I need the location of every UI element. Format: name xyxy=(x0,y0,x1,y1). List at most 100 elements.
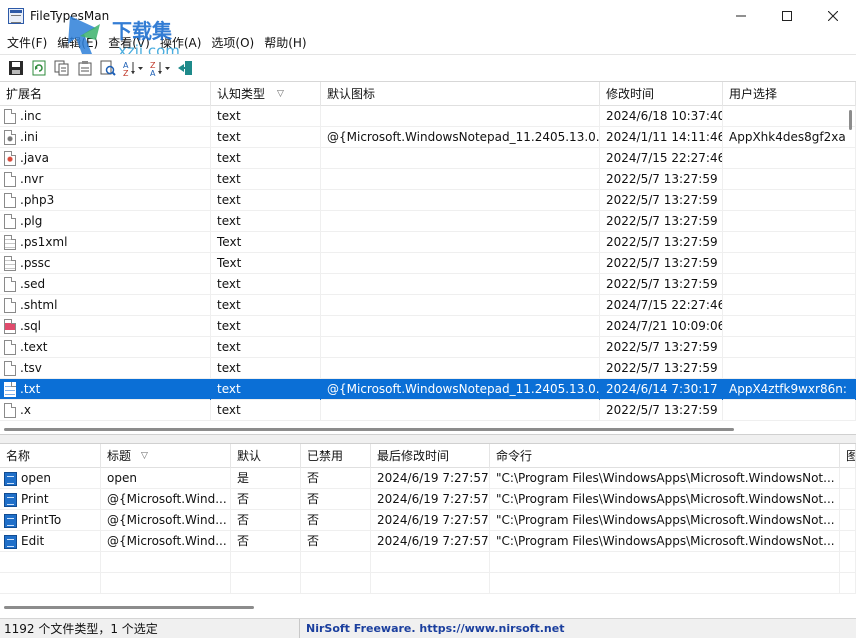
file-type-icon xyxy=(4,361,16,376)
maximize-button[interactable] xyxy=(764,0,810,32)
file-type-row[interactable]: .php3 text 2022/5/7 13:27:59 xyxy=(0,190,856,211)
column-header-command-line[interactable]: 命令行 xyxy=(490,444,840,468)
menu-file[interactable]: 文件(F) xyxy=(2,32,52,54)
column-header-disabled[interactable]: 已禁用 xyxy=(301,444,371,468)
column-header-last-modified[interactable]: 最后修改时间 xyxy=(371,444,490,468)
file-type-row[interactable]: .nvr text 2022/5/7 13:27:59 xyxy=(0,169,856,190)
action-disabled-cell: 否 xyxy=(301,468,371,489)
file-type-row[interactable]: .java text 2024/7/15 22:27:46 xyxy=(0,148,856,169)
extension-label: .tsv xyxy=(20,361,42,375)
file-type-row[interactable]: .plg text 2022/5/7 13:27:59 xyxy=(0,211,856,232)
extension-label: .php3 xyxy=(20,193,55,207)
action-row[interactable]: Print @{Microsoft.Wind... 否否 2024/6/19 7:27… xyxy=(0,489,856,510)
action-disabled-cell: 否 xyxy=(301,531,371,552)
menu-options[interactable]: 选项(O) xyxy=(206,32,259,54)
properties-button[interactable] xyxy=(75,58,95,78)
sort-az-button[interactable]: AZ xyxy=(121,58,145,78)
minimize-button[interactable] xyxy=(718,0,764,32)
file-type-row[interactable]: .text text 2022/5/7 13:27:59 xyxy=(0,337,856,358)
file-types-list[interactable]: 扩展名 认知类型 ▽ 默认图标 修改时间 用户选择 .inc text 2024/6/… xyxy=(0,82,856,424)
nirsoft-link[interactable]: NirSoft Freeware. https://www.nirsoft.ne… xyxy=(300,622,564,635)
status-bar: 1192 个文件类型，1 个选定 NirSoft Freeware. https… xyxy=(0,618,856,638)
perceived-type-cell: text xyxy=(211,127,321,148)
sort-za-button[interactable]: ZA xyxy=(148,58,172,78)
column-header-title[interactable]: 标题 ▽ xyxy=(101,444,231,468)
user-choice-cell xyxy=(723,274,856,295)
command-icon xyxy=(4,513,17,528)
user-choice-cell xyxy=(723,211,856,232)
file-type-row[interactable]: .sql text 2024/7/21 10:09:06 xyxy=(0,316,856,337)
extension-cell: .pssc xyxy=(0,253,211,274)
modified-time-cell: 2024/6/14 7:30:17 xyxy=(600,379,723,400)
column-header-user-choice[interactable]: 用户选择 xyxy=(723,82,856,106)
exit-button[interactable] xyxy=(175,58,195,78)
extension-cell: .inc xyxy=(0,106,211,127)
file-type-icon xyxy=(4,403,16,418)
file-type-row[interactable]: .pssc Text 2022/5/7 13:27:59 xyxy=(0,253,856,274)
file-type-row[interactable]: .inc text 2024/6/18 10:37:40 xyxy=(0,106,856,127)
empty-cell xyxy=(101,552,231,573)
top-list-vertical-scrollbar[interactable] xyxy=(849,110,852,130)
action-disabled-cell: 否 xyxy=(301,489,371,510)
find-button[interactable] xyxy=(98,58,118,78)
file-type-row[interactable]: .ini text @{Microsoft.WindowsNotepad_11.24… xyxy=(0,127,856,148)
user-choice-cell: AppX4ztfk9wxr86n: xyxy=(723,379,856,400)
default-icon-cell xyxy=(321,211,600,232)
default-icon-cell: @{Microsoft.WindowsNotepad_11.2405.13.0.… xyxy=(321,127,600,148)
top-list-horizontal-scrollbar[interactable] xyxy=(0,426,856,434)
menu-edit[interactable]: 编辑(E) xyxy=(52,32,103,54)
column-header-perceived-type-label: 认知类型 xyxy=(217,87,266,101)
file-type-row[interactable]: .shtml text 2024/7/15 22:27:46 xyxy=(0,295,856,316)
column-header-extension[interactable]: 扩展名 xyxy=(0,82,211,106)
action-command-cell: "C:\Program Files\WindowsApps\Microsoft.… xyxy=(490,489,840,510)
user-choice-cell xyxy=(723,232,856,253)
sort-indicator-icon: ▽ xyxy=(141,451,148,461)
svg-text:A: A xyxy=(150,69,156,76)
file-type-icon xyxy=(4,235,16,250)
default-icon-cell xyxy=(321,148,600,169)
modified-time-cell: 2022/5/7 13:27:59 xyxy=(600,253,723,274)
column-header-default-icon[interactable]: 默认图标 xyxy=(321,82,600,106)
action-icon-cell xyxy=(840,531,856,552)
column-header-default[interactable]: 默认 xyxy=(231,444,301,468)
extension-cell: .ini xyxy=(0,127,211,148)
column-header-modified-time[interactable]: 修改时间 xyxy=(600,82,723,106)
file-type-row[interactable]: .ps1xml Text 2022/5/7 13:27:59 xyxy=(0,232,856,253)
action-icon-cell xyxy=(840,489,856,510)
action-row[interactable]: open open 是否 2024/6/19 7:27:57 "C:\Program F… xyxy=(0,468,856,489)
file-type-icon xyxy=(4,298,16,313)
empty-cell xyxy=(840,552,856,573)
perceived-type-cell: Text xyxy=(211,253,321,274)
empty-cell xyxy=(101,573,231,594)
empty-cell xyxy=(301,573,371,594)
actions-list[interactable]: 名称 标题▽ 默认 已禁用 最后修改时间 命令行 图 openopen是否202… xyxy=(0,444,856,604)
action-modified-cell: 2024/6/19 7:27:57 xyxy=(371,468,490,489)
menu-bar: 文件(F) 编辑(E) 查看(V) 操作(A) 选项(O) 帮助(H) xyxy=(0,32,856,54)
default-icon-cell xyxy=(321,106,600,127)
column-header-perceived-type[interactable]: 认知类型 ▽ xyxy=(211,82,321,106)
toolbar: AZ ZA xyxy=(0,54,856,82)
empty-cell xyxy=(231,573,301,594)
menu-help[interactable]: 帮助(H) xyxy=(259,32,311,54)
menu-view[interactable]: 查看(V) xyxy=(103,32,155,54)
user-choice-cell xyxy=(723,316,856,337)
save-button[interactable] xyxy=(6,58,26,78)
column-header-icon[interactable]: 图 xyxy=(840,444,856,468)
file-type-row[interactable]: .x text 2022/5/7 13:27:59 xyxy=(0,400,856,421)
copy-button[interactable] xyxy=(52,58,72,78)
sort-az-icon: AZ xyxy=(123,61,143,76)
bottom-list-horizontal-scrollbar[interactable] xyxy=(0,604,856,612)
action-row[interactable]: Edit @{Microsoft.Wind... 否否 2024/6/19 7:27:… xyxy=(0,531,856,552)
action-row[interactable]: PrintTo @{Microsoft.Wind... 否否 2024/6/19 7:… xyxy=(0,510,856,531)
column-header-name[interactable]: 名称 xyxy=(0,444,101,468)
menu-action[interactable]: 操作(A) xyxy=(155,32,207,54)
file-type-row[interactable]: .tsv text 2022/5/7 13:27:59 xyxy=(0,358,856,379)
user-choice-cell xyxy=(723,337,856,358)
action-icon-cell xyxy=(840,468,856,489)
close-button[interactable] xyxy=(810,0,856,32)
pane-splitter[interactable] xyxy=(0,434,856,444)
refresh-button[interactable] xyxy=(29,58,49,78)
action-title-cell: @{Microsoft.Wind... xyxy=(101,510,231,531)
file-type-row[interactable]: .sed text 2022/5/7 13:27:59 xyxy=(0,274,856,295)
file-type-row[interactable]: .txt text @{Microsoft.WindowsNotepad_11.24… xyxy=(0,379,856,400)
